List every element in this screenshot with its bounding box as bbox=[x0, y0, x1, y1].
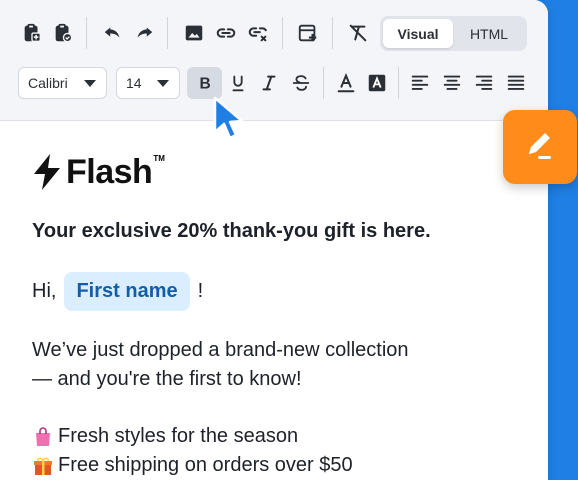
text-color-icon[interactable] bbox=[330, 67, 362, 99]
font-size-value: 14 bbox=[126, 75, 142, 91]
toolbar-divider bbox=[86, 17, 87, 49]
toolbar-divider bbox=[323, 67, 324, 99]
email-bullet-list[interactable]: Fresh styles for the season Free shippin… bbox=[32, 422, 512, 480]
insert-block-icon[interactable] bbox=[292, 17, 324, 49]
gift-icon bbox=[34, 457, 52, 475]
toolbar-divider bbox=[282, 17, 283, 49]
edit-pen-icon bbox=[529, 133, 551, 159]
merge-tag-first-name[interactable]: First name bbox=[64, 271, 190, 311]
email-editor: Visual HTML Calibri 14 B Flash TM Your e… bbox=[0, 0, 548, 480]
underline-icon[interactable] bbox=[222, 67, 254, 99]
greeting-line[interactable]: Hi, First name ! bbox=[32, 271, 203, 311]
view-mode-toggle: Visual HTML bbox=[380, 16, 527, 51]
image-icon[interactable] bbox=[178, 17, 210, 49]
mouse-pointer-icon bbox=[213, 96, 244, 140]
edit-fab-button[interactable] bbox=[503, 110, 577, 184]
clear-format-icon[interactable] bbox=[342, 17, 374, 49]
brand-logo: Flash TM bbox=[32, 152, 165, 192]
unlink-icon[interactable] bbox=[242, 17, 274, 49]
font-family-select[interactable]: Calibri bbox=[18, 67, 107, 99]
email-paragraph[interactable]: We’ve just dropped a brand-new collectio… bbox=[32, 336, 512, 394]
align-left-icon[interactable] bbox=[404, 67, 436, 99]
email-headline[interactable]: Your exclusive 20% thank-you gift is her… bbox=[32, 220, 431, 243]
link-icon[interactable] bbox=[210, 17, 242, 49]
bullet-text: Free shipping on orders over $50 bbox=[58, 454, 353, 476]
paragraph-line: We’ve just dropped a brand-new collectio… bbox=[32, 339, 409, 361]
toolbar-divider bbox=[332, 17, 333, 49]
highlight-icon[interactable] bbox=[361, 67, 393, 99]
list-item: Free shipping on orders over $50 bbox=[32, 451, 512, 480]
align-right-icon[interactable] bbox=[468, 67, 500, 99]
html-mode-button[interactable]: HTML bbox=[454, 19, 524, 48]
bullet-text: Fresh styles for the season bbox=[58, 425, 299, 447]
editor-toolbar: Visual HTML Calibri 14 B bbox=[0, 0, 548, 121]
toolbar-divider bbox=[167, 17, 168, 49]
brand-name: Flash bbox=[66, 152, 153, 191]
bold-icon[interactable]: B bbox=[187, 67, 222, 99]
lightning-bolt-icon bbox=[34, 154, 60, 190]
align-center-icon[interactable] bbox=[436, 67, 468, 99]
strikethrough-icon[interactable] bbox=[285, 67, 317, 99]
chevron-down-icon bbox=[84, 80, 96, 87]
font-family-value: Calibri bbox=[28, 75, 68, 91]
greeting-suffix: ! bbox=[197, 279, 204, 302]
paste-icon[interactable] bbox=[16, 17, 48, 49]
shopping-bag-icon bbox=[36, 426, 50, 446]
visual-mode-button[interactable]: Visual bbox=[383, 19, 453, 48]
greeting-prefix: Hi, bbox=[32, 279, 57, 302]
paragraph-line: — and you're the first to know! bbox=[32, 368, 302, 390]
trademark-mark: TM bbox=[153, 154, 165, 163]
italic-icon[interactable] bbox=[253, 67, 285, 99]
undo-icon[interactable] bbox=[97, 17, 129, 49]
list-item: Fresh styles for the season bbox=[32, 422, 512, 451]
chevron-down-icon bbox=[157, 80, 169, 87]
font-size-select[interactable]: 14 bbox=[116, 67, 180, 99]
paste-special-icon[interactable] bbox=[47, 17, 79, 49]
svg-text:B: B bbox=[199, 76, 210, 93]
redo-icon[interactable] bbox=[128, 17, 160, 49]
align-justify-icon[interactable] bbox=[500, 67, 532, 99]
toolbar-divider bbox=[398, 67, 399, 99]
